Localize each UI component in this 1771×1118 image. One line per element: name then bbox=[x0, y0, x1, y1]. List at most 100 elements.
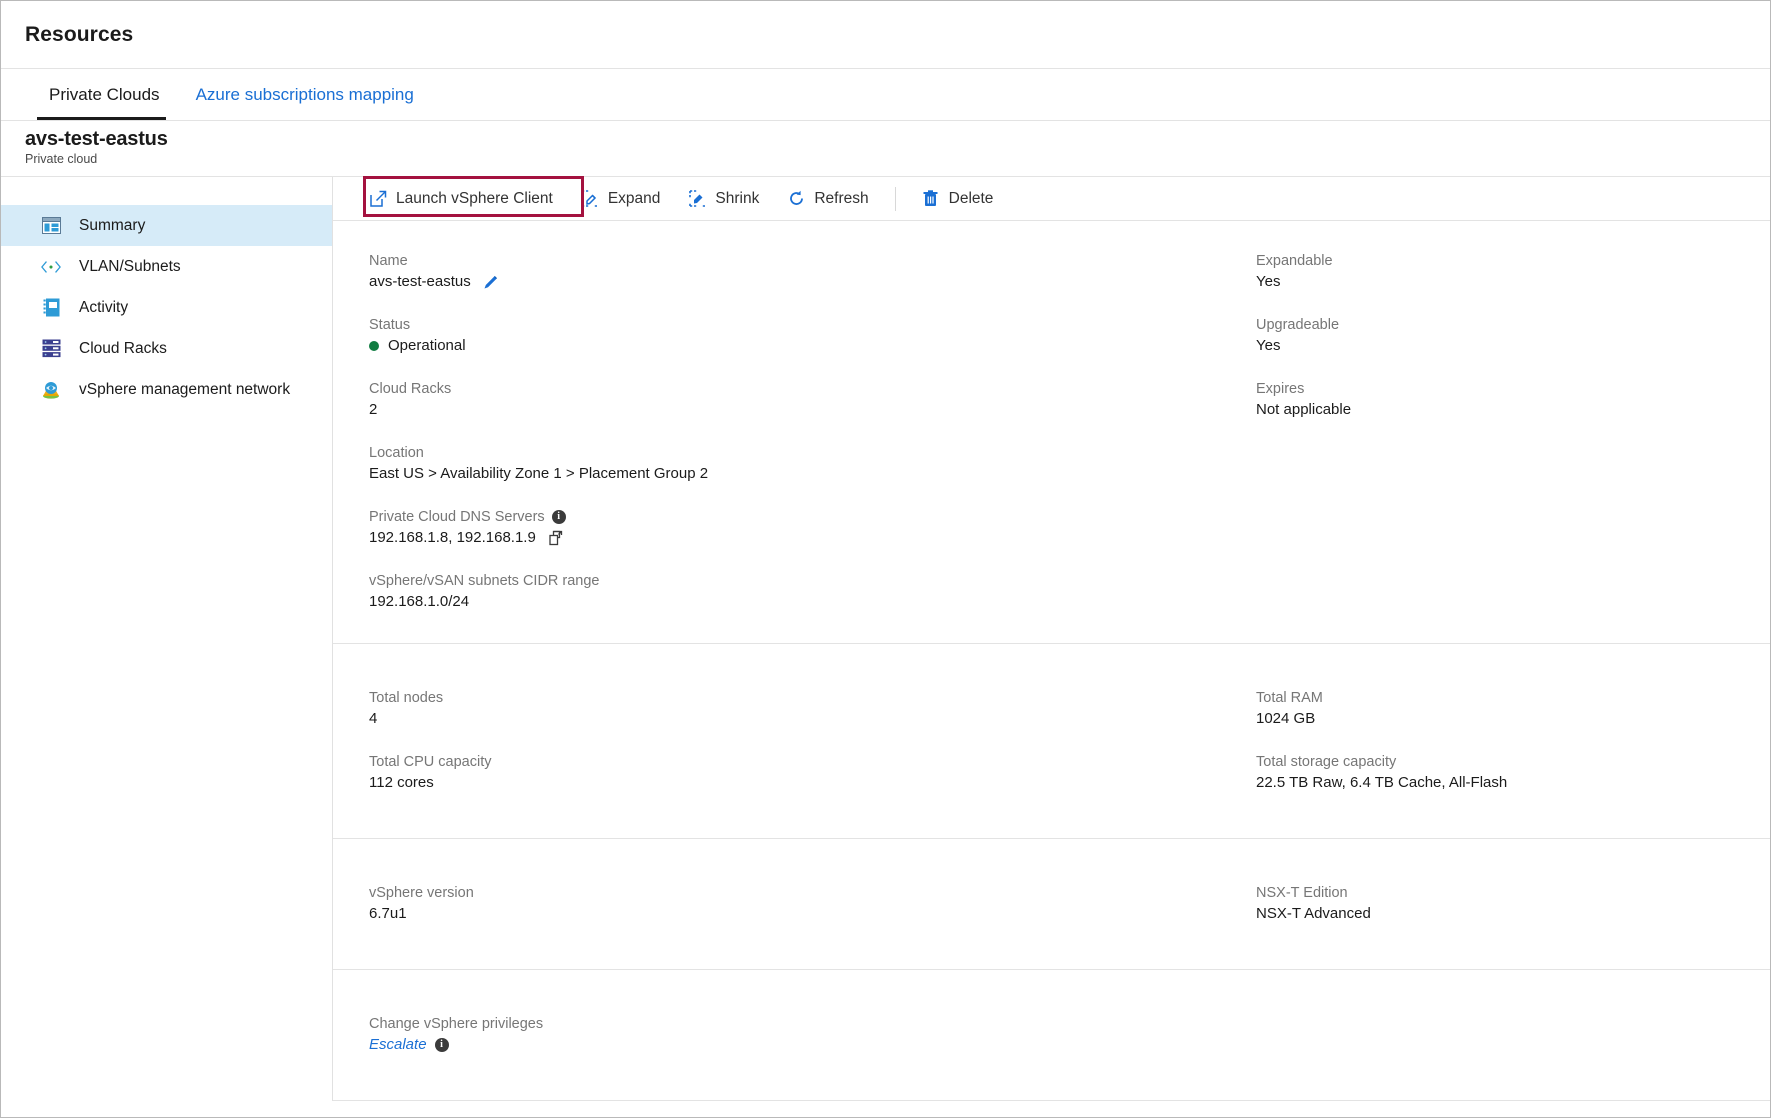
refresh-icon bbox=[787, 190, 805, 208]
sidebar-item-vsphere-management-network[interactable]: vSphere management network bbox=[1, 369, 332, 410]
overview-left-column: Name avs-test-eastus bbox=[333, 251, 1248, 613]
tabstrip: Private Clouds Azure subscriptions mappi… bbox=[1, 69, 1770, 121]
field-expandable-label: Expandable bbox=[1256, 251, 1770, 271]
sidebar-item-activity-label: Activity bbox=[79, 298, 128, 318]
field-expires-value: Not applicable bbox=[1256, 399, 1770, 421]
refresh-button[interactable]: Refresh bbox=[773, 184, 882, 214]
capacity-left-column: Total nodes 4 Total CPU capacity 112 cor… bbox=[333, 688, 1248, 794]
field-total-storage-capacity-label: Total storage capacity bbox=[1256, 752, 1770, 772]
trash-icon bbox=[922, 190, 940, 208]
sidebar-item-vlan-subnets[interactable]: VLAN/Subnets bbox=[1, 246, 332, 287]
field-total-ram-value: 1024 GB bbox=[1256, 708, 1770, 730]
field-expires: Expires Not applicable bbox=[1256, 379, 1770, 421]
escalate-row: Escalate i bbox=[369, 1034, 1248, 1056]
field-upgradeable-value: Yes bbox=[1256, 335, 1770, 357]
content-pane: Launch vSphere Client Expand bbox=[333, 177, 1770, 1101]
field-total-ram: Total RAM 1024 GB bbox=[1256, 688, 1770, 730]
status-badge: Operational bbox=[388, 335, 466, 357]
field-cloud-racks-label: Cloud Racks bbox=[369, 379, 1248, 399]
detail-section-versions: vSphere version 6.7u1 NSX-T Edition NSX-… bbox=[333, 839, 1770, 970]
tab-private-clouds-label: Private Clouds bbox=[49, 85, 160, 105]
body-split: Summary VLAN/Subnets bbox=[1, 177, 1770, 1101]
versions-right-column: NSX-T Edition NSX-T Advanced bbox=[1248, 883, 1770, 925]
code-brackets-icon bbox=[41, 257, 61, 277]
field-dns-servers-value: 192.168.1.8, 192.168.1.9 bbox=[369, 527, 536, 549]
sidebar-item-cloud-racks-label: Cloud Racks bbox=[79, 339, 167, 359]
shrink-button[interactable]: Shrink bbox=[674, 184, 773, 214]
field-nsxt-edition-value: NSX-T Advanced bbox=[1256, 903, 1770, 925]
field-status-value-row: Operational bbox=[369, 335, 1248, 357]
field-dns-servers: Private Cloud DNS Servers i 192.168.1.8,… bbox=[369, 507, 1248, 549]
tab-azure-subscriptions-mapping-label: Azure subscriptions mapping bbox=[196, 85, 414, 105]
copy-icon[interactable] bbox=[548, 530, 565, 547]
resource-subtitle: Private cloud bbox=[25, 151, 1770, 167]
detail-sections: Name avs-test-eastus bbox=[333, 221, 1770, 1101]
field-total-nodes: Total nodes 4 bbox=[369, 688, 1248, 730]
expand-label: Expand bbox=[608, 190, 661, 208]
info-icon[interactable]: i bbox=[552, 510, 566, 524]
vsphere-network-icon bbox=[41, 380, 61, 400]
shrink-icon bbox=[688, 190, 706, 208]
escalate-link[interactable]: Escalate bbox=[369, 1034, 427, 1056]
page-header: Resources bbox=[1, 1, 1770, 69]
field-nsxt-edition: NSX-T Edition NSX-T Advanced bbox=[1256, 883, 1770, 925]
page-title: Resources bbox=[25, 23, 133, 47]
detail-section-overview: Name avs-test-eastus bbox=[333, 221, 1770, 644]
field-name-value: avs-test-eastus bbox=[369, 271, 471, 293]
sidebar-item-summary-label: Summary bbox=[79, 216, 145, 236]
activity-log-icon bbox=[41, 298, 61, 318]
resource-header: avs-test-eastus Private cloud bbox=[1, 121, 1770, 177]
field-expandable-value: Yes bbox=[1256, 271, 1770, 293]
resources-page: Resources Private Clouds Azure subscript… bbox=[0, 0, 1771, 1118]
field-cloud-racks: Cloud Racks 2 bbox=[369, 379, 1248, 421]
refresh-label: Refresh bbox=[814, 190, 868, 208]
launch-vsphere-client-label: Launch vSphere Client bbox=[396, 190, 553, 208]
field-dns-servers-value-row: 192.168.1.8, 192.168.1.9 bbox=[369, 527, 1248, 549]
field-total-cpu-capacity-value: 112 cores bbox=[369, 772, 1248, 794]
field-total-cpu-capacity-label: Total CPU capacity bbox=[369, 752, 1248, 772]
summary-icon bbox=[41, 216, 61, 236]
overview-right-column: Expandable Yes Upgradeable Yes Expires N… bbox=[1248, 251, 1770, 613]
field-name-label: Name bbox=[369, 251, 1248, 271]
field-dns-servers-label-text: Private Cloud DNS Servers bbox=[369, 507, 545, 527]
field-nsxt-edition-label: NSX-T Edition bbox=[1256, 883, 1770, 903]
shrink-label: Shrink bbox=[715, 190, 759, 208]
field-name-value-row: avs-test-eastus bbox=[369, 271, 1248, 293]
escalate-info-icon[interactable]: i bbox=[435, 1038, 449, 1052]
tab-azure-subscriptions-mapping[interactable]: Azure subscriptions mapping bbox=[178, 69, 432, 120]
field-vsphere-version-value: 6.7u1 bbox=[369, 903, 1248, 925]
field-status-label: Status bbox=[369, 315, 1248, 335]
field-location-value: East US > Availability Zone 1 > Placemen… bbox=[369, 463, 1248, 485]
field-upgradeable: Upgradeable Yes bbox=[1256, 315, 1770, 357]
status-dot-icon bbox=[369, 341, 379, 351]
field-status: Status Operational bbox=[369, 315, 1248, 357]
privileges-left-column: Change vSphere privileges Escalate i bbox=[333, 1014, 1248, 1056]
field-cloud-racks-value: 2 bbox=[369, 399, 1248, 421]
tab-private-clouds[interactable]: Private Clouds bbox=[25, 69, 178, 120]
field-dns-servers-label: Private Cloud DNS Servers i bbox=[369, 507, 1248, 527]
versions-left-column: vSphere version 6.7u1 bbox=[333, 883, 1248, 925]
expand-icon bbox=[581, 190, 599, 208]
privileges-right-column bbox=[1248, 1014, 1770, 1056]
sidebar-item-vsphere-management-network-label: vSphere management network bbox=[79, 380, 290, 400]
edit-pencil-icon[interactable] bbox=[483, 274, 499, 290]
sidebar-item-activity[interactable]: Activity bbox=[1, 287, 332, 328]
field-cidr-range-value: 192.168.1.0/24 bbox=[369, 591, 1248, 613]
command-bar-separator bbox=[895, 187, 896, 211]
sidebar-item-cloud-racks[interactable]: Cloud Racks bbox=[1, 328, 332, 369]
launch-vsphere-client-button[interactable]: Launch vSphere Client bbox=[355, 184, 567, 214]
capacity-right-column: Total RAM 1024 GB Total storage capacity… bbox=[1248, 688, 1770, 794]
detail-section-capacity: Total nodes 4 Total CPU capacity 112 cor… bbox=[333, 644, 1770, 839]
field-total-nodes-value: 4 bbox=[369, 708, 1248, 730]
sidebar-item-summary[interactable]: Summary bbox=[1, 205, 332, 246]
field-upgradeable-label: Upgradeable bbox=[1256, 315, 1770, 335]
field-change-vsphere-privileges-label: Change vSphere privileges bbox=[369, 1014, 1248, 1034]
field-expandable: Expandable Yes bbox=[1256, 251, 1770, 293]
expand-button[interactable]: Expand bbox=[567, 184, 675, 214]
field-expires-label: Expires bbox=[1256, 379, 1770, 399]
delete-button[interactable]: Delete bbox=[908, 184, 1008, 214]
field-cidr-range-label: vSphere/vSAN subnets CIDR range bbox=[369, 571, 1248, 591]
field-total-storage-capacity-value: 22.5 TB Raw, 6.4 TB Cache, All-Flash bbox=[1256, 772, 1770, 794]
field-change-vsphere-privileges: Change vSphere privileges Escalate i bbox=[369, 1014, 1248, 1056]
field-total-cpu-capacity: Total CPU capacity 112 cores bbox=[369, 752, 1248, 794]
